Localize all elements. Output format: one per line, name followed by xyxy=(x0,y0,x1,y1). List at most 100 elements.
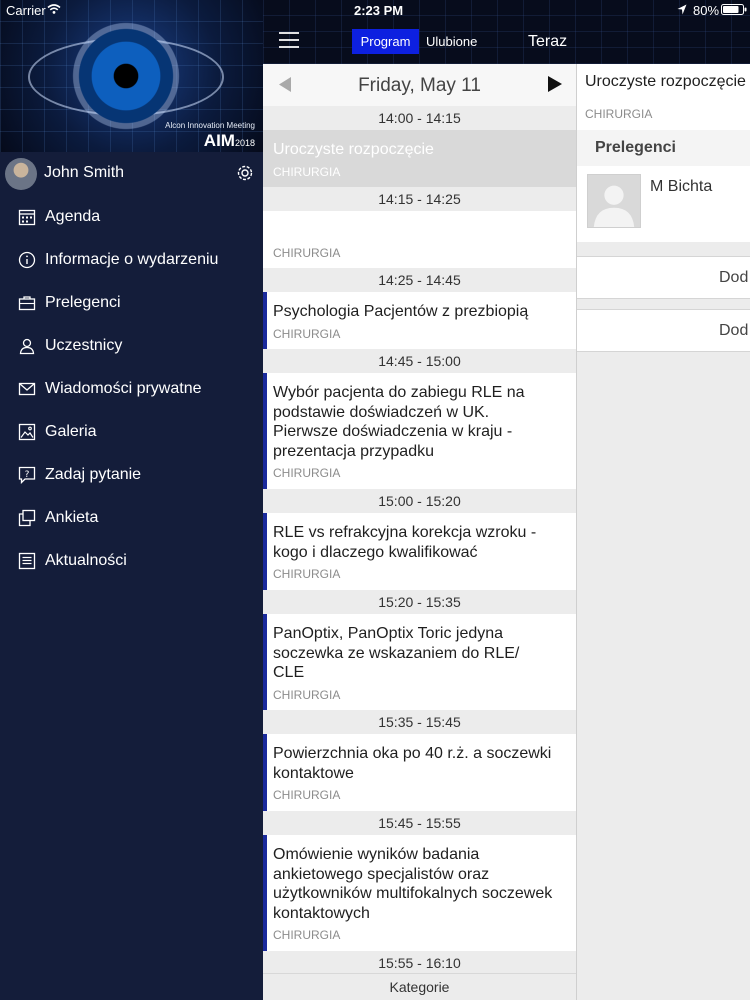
question-icon: ? xyxy=(18,466,36,484)
gear-icon[interactable] xyxy=(235,163,255,183)
sidebar-item-messages[interactable]: Wiadomości prywatne xyxy=(0,368,263,411)
session-title: Uroczyste rozpoczęcie xyxy=(273,141,434,158)
time-slot-header: 14:00 - 14:15 xyxy=(263,106,576,130)
image-icon xyxy=(18,423,36,441)
add-button[interactable]: Dod xyxy=(577,256,750,299)
sidebar-item-label: Galeria xyxy=(45,423,97,440)
session-title: Powierzchnia oka po 40 r.ż. a soczewki k… xyxy=(273,745,552,782)
user-name: John Smith xyxy=(44,164,125,181)
speakers-label: Prelegenci xyxy=(595,139,676,156)
sidebar-item-news[interactable]: Aktualności xyxy=(0,540,263,583)
sidebar-item-gallery[interactable]: Galeria xyxy=(0,411,263,454)
location-arrow-icon xyxy=(677,4,687,15)
svg-text:?: ? xyxy=(25,470,30,480)
detail-category: CHIRURGIA xyxy=(585,107,653,121)
speakers-section-header: Prelegenci xyxy=(577,130,750,166)
session-category: CHIRURGIA xyxy=(273,567,341,581)
time-slot-header: 15:35 - 15:45 xyxy=(263,710,576,734)
session-item[interactable]: PanOptix, PanOptix Toric jedyna soczewka… xyxy=(263,614,576,710)
add-button-label: Dod xyxy=(719,269,749,286)
next-day-arrow-icon[interactable] xyxy=(548,76,562,92)
session-title: Wybór pacjenta do zabiegu RLE na podstaw… xyxy=(273,384,525,460)
status-time: 2:23 PM xyxy=(354,3,404,18)
sidebar-item-survey[interactable]: Ankieta xyxy=(0,497,263,540)
session-item[interactable]: RLE vs refrakcyjna korekcja wzroku - kog… xyxy=(263,513,576,590)
session-title: PanOptix, PanOptix Toric jedyna soczewka… xyxy=(273,625,520,681)
navigation-bar: 2:23 PM 80% Program Ulubione Teraz xyxy=(263,0,750,64)
envelope-icon xyxy=(18,382,36,396)
session-title: Psychologia Pacjentów z prezbiopią xyxy=(273,303,529,320)
session-title: Omówienie wyników badania ankietowego sp… xyxy=(273,846,553,922)
add-button[interactable]: Dod xyxy=(577,309,750,352)
status-carrier: Carrier xyxy=(6,3,46,18)
time-slot-header: 15:45 - 15:55 xyxy=(263,811,576,835)
banner-year: 2018 xyxy=(234,138,255,148)
sidebar-item-label: Ankieta xyxy=(45,509,99,526)
categories-filter-button[interactable]: Kategorie xyxy=(263,973,576,1000)
session-title: RLE vs refrakcyjna korekcja wzroku - kog… xyxy=(273,524,537,561)
sidebar-item-label: Prelegenci xyxy=(45,294,121,311)
avatar[interactable] xyxy=(5,158,37,190)
time-slot-header: 15:20 - 15:35 xyxy=(263,590,576,614)
time-slot-header: 15:00 - 15:20 xyxy=(263,489,576,513)
banner-logo-text: AIM xyxy=(203,131,235,150)
detail-header: Uroczyste rozpoczęcie CHIRURGIA xyxy=(577,64,750,130)
info-icon xyxy=(18,251,36,269)
session-category: CHIRURGIA xyxy=(273,165,341,179)
hamburger-menu-icon[interactable] xyxy=(279,31,299,49)
session-item[interactable]: Powierzchnia oka po 40 r.ż. a soczewki k… xyxy=(263,734,576,811)
sidebar-item-participants[interactable]: Uczestnicy xyxy=(0,325,263,368)
tab-program[interactable]: Program xyxy=(352,29,419,54)
date-label: Friday, May 11 xyxy=(358,75,481,96)
sidebar-item-label: Uczestnicy xyxy=(45,337,123,354)
session-item[interactable]: Psychologia Pacjentów z prezbiopią CHIRU… xyxy=(263,292,576,349)
speaker-placeholder-avatar-icon xyxy=(587,174,641,228)
sidebar-item-label: Agenda xyxy=(45,208,101,225)
session-item[interactable]: CHIRURGIA xyxy=(263,211,576,268)
add-button-label: Dod xyxy=(719,322,749,339)
survey-icon xyxy=(18,509,36,527)
session-category: CHIRURGIA xyxy=(273,466,341,480)
sidebar-item-label: Zadaj pytanie xyxy=(45,466,142,483)
sidebar-item-agenda[interactable]: Agenda xyxy=(0,196,263,239)
time-slot-header: 14:25 - 14:45 xyxy=(263,268,576,292)
sidebar-item-label: Informacje o wydarzeniu xyxy=(45,251,219,268)
speaker-name: M Bichta xyxy=(650,178,713,195)
news-icon xyxy=(18,552,36,570)
session-category: CHIRURGIA xyxy=(273,246,341,260)
time-slot-header: 15:55 - 16:10 xyxy=(263,951,576,975)
now-button[interactable]: Teraz xyxy=(528,33,567,51)
session-item[interactable]: Omówienie wyników badania ankietowego sp… xyxy=(263,835,576,951)
session-item[interactable]: Uroczyste rozpoczęcie CHIRURGIA xyxy=(263,130,576,187)
session-category: CHIRURGIA xyxy=(273,928,341,942)
sidebar-item-ask-question[interactable]: ? Zadaj pytanie xyxy=(0,454,263,497)
sidebar: Carrier Alcon Innovation Meeting AIM2018… xyxy=(0,0,263,1000)
speaker-row[interactable]: M Bichta xyxy=(577,166,750,242)
banner-logo: AIM2018 xyxy=(204,131,255,151)
event-banner: Carrier Alcon Innovation Meeting AIM2018 xyxy=(0,0,263,152)
session-detail-panel: Uroczyste rozpoczęcie CHIRURGIA Prelegen… xyxy=(577,64,750,1000)
sidebar-item-event-info[interactable]: Informacje o wydarzeniu xyxy=(0,239,263,282)
detail-title: Uroczyste rozpoczęcie xyxy=(585,73,746,90)
wifi-icon xyxy=(47,4,61,14)
battery-icon xyxy=(721,4,747,15)
time-slot-header: 14:15 - 14:25 xyxy=(263,187,576,211)
briefcase-icon xyxy=(18,296,36,311)
status-battery-percent: 80% xyxy=(693,3,720,18)
person-icon xyxy=(19,338,35,355)
calendar-icon xyxy=(18,209,36,226)
user-profile-row[interactable]: John Smith xyxy=(0,152,263,194)
banner-subtitle: Alcon Innovation Meeting xyxy=(165,121,255,130)
session-item[interactable]: Wybór pacjenta do zabiegu RLE na podstaw… xyxy=(263,373,576,489)
sidebar-item-speakers[interactable]: Prelegenci xyxy=(0,282,263,325)
session-category: CHIRURGIA xyxy=(273,327,341,341)
sidebar-item-label: Aktualności xyxy=(45,552,127,569)
eye-graphic xyxy=(66,16,186,136)
schedule-list[interactable]: Friday, May 11 14:00 - 14:15 Uroczyste r… xyxy=(263,64,576,1000)
date-header: Friday, May 11 xyxy=(263,64,576,106)
time-slot-header: 14:45 - 15:00 xyxy=(263,349,576,373)
sidebar-item-label: Wiadomości prywatne xyxy=(45,380,202,397)
tab-favorites[interactable]: Ulubione xyxy=(426,34,477,49)
session-category: CHIRURGIA xyxy=(273,688,341,702)
session-category: CHIRURGIA xyxy=(273,788,341,802)
